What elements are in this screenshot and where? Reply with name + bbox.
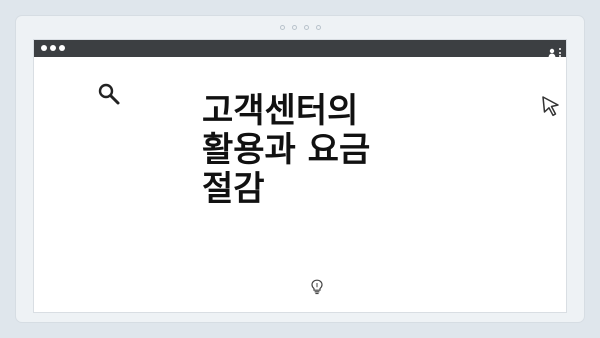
window-titlebar — [34, 40, 566, 58]
page-title: 고객센터의 활용과 요금 절감 — [202, 92, 442, 209]
frame-dots — [16, 25, 584, 30]
cursor-pointer-icon — [541, 95, 561, 121]
maximize-window-dot[interactable] — [59, 45, 65, 51]
frame-dot — [315, 25, 321, 30]
page-content: 고객센터의 활용과 요금 절감 — [34, 57, 566, 312]
close-window-dot[interactable] — [41, 45, 47, 51]
minimize-window-dot[interactable] — [50, 45, 56, 51]
lightbulb-icon — [310, 279, 324, 299]
title-line-2: 활용과 요금 — [202, 130, 371, 170]
kebab-menu-icon[interactable] — [559, 48, 561, 57]
frame-dot — [279, 25, 285, 30]
frame-dot — [303, 25, 309, 30]
browser-window: 고객센터의 활용과 요금 절감 — [34, 40, 566, 312]
search-icon — [97, 82, 121, 110]
frame-dot — [291, 25, 297, 30]
title-line-1: 고객센터의 — [202, 91, 359, 131]
title-line-3: 절감 — [202, 169, 265, 209]
window-controls — [41, 45, 65, 51]
illustration-frame: 고객센터의 활용과 요금 절감 — [16, 16, 584, 322]
